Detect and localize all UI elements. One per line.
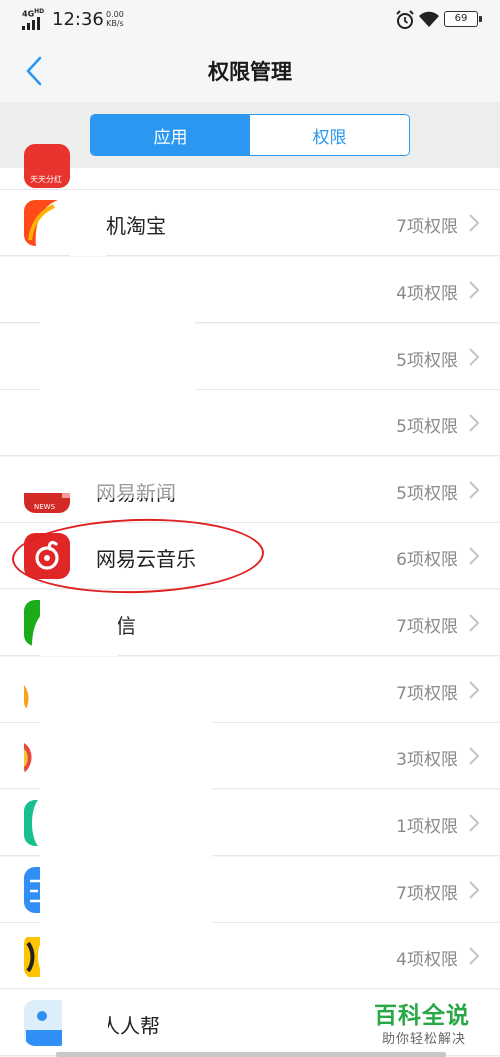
permission-count: 6项权限 xyxy=(396,550,458,570)
tab-permissions[interactable]: 权限 xyxy=(250,115,409,155)
permission-count: 3项权限 xyxy=(396,750,458,770)
privacy-mask xyxy=(40,258,195,454)
permission-count: 1项权限 xyxy=(396,817,458,837)
privacy-mask xyxy=(62,470,192,498)
app-name: 机淘宝 xyxy=(106,214,166,238)
nav-bar: 权限管理 xyxy=(0,40,500,102)
alarm-icon xyxy=(396,10,414,29)
permission-count: 5项权限 xyxy=(396,484,458,504)
clock: 12:36 xyxy=(52,9,104,30)
permission-count: 5项权限 xyxy=(396,351,458,371)
chevron-right-icon xyxy=(469,547,480,565)
app-icon: 天天分红 xyxy=(24,144,70,188)
network-speed: 0.00 KB/s xyxy=(106,10,124,28)
watermark-subtitle: 助你轻松解决 xyxy=(382,1032,467,1047)
taobao-icon xyxy=(24,200,70,246)
permission-count: 4项权限 xyxy=(396,284,458,304)
segment-control: 应用 权限 xyxy=(90,114,410,156)
battery-icon: 69 xyxy=(444,11,482,27)
signal-icon xyxy=(22,17,44,30)
app-row-netease-music[interactable]: 网易云音乐 6项权限 xyxy=(0,523,500,589)
chevron-right-icon xyxy=(469,681,480,699)
app-row[interactable]: 机淘宝 7项权限 xyxy=(0,190,500,256)
permission-count: 7项权限 xyxy=(396,217,458,237)
permission-count: 7项权限 xyxy=(396,684,458,704)
chevron-right-icon xyxy=(469,814,480,832)
app-name: 人人帮 xyxy=(100,1014,160,1038)
chevron-right-icon xyxy=(469,614,480,632)
wifi-icon xyxy=(419,11,439,27)
status-bar: 4GHD 12:36 0.00 KB/s 69 xyxy=(0,0,500,40)
chevron-right-icon xyxy=(469,348,480,366)
chevron-right-icon xyxy=(469,947,480,965)
privacy-mask xyxy=(40,596,118,656)
privacy-mask xyxy=(70,190,106,256)
chevron-right-icon xyxy=(469,214,480,232)
svg-text:NEWS: NEWS xyxy=(34,503,56,511)
chevron-right-icon xyxy=(469,281,480,299)
chevron-right-icon xyxy=(469,414,480,432)
chevron-right-icon xyxy=(469,481,480,499)
permission-count: 5项权限 xyxy=(396,417,458,437)
watermark: 百科全说 助你轻松解决 xyxy=(368,992,494,1052)
permission-count: 7项权限 xyxy=(396,884,458,904)
page-title: 权限管理 xyxy=(208,60,292,84)
permission-count: 4项权限 xyxy=(396,950,458,970)
permission-count: 7项权限 xyxy=(396,617,458,637)
list-item-partial[interactable]: 天天分红 xyxy=(0,144,500,190)
chevron-right-icon xyxy=(469,881,480,899)
privacy-mask xyxy=(62,1000,108,1046)
app-name: 网易云音乐 xyxy=(96,547,196,571)
home-indicator xyxy=(56,1052,446,1057)
chevron-right-icon xyxy=(469,747,480,765)
watermark-title: 百科全说 xyxy=(374,1003,470,1029)
netease-music-icon xyxy=(24,533,70,579)
segment-container: 应用 权限 xyxy=(0,102,500,168)
privacy-mask xyxy=(40,658,212,983)
tab-apps[interactable]: 应用 xyxy=(91,115,250,155)
